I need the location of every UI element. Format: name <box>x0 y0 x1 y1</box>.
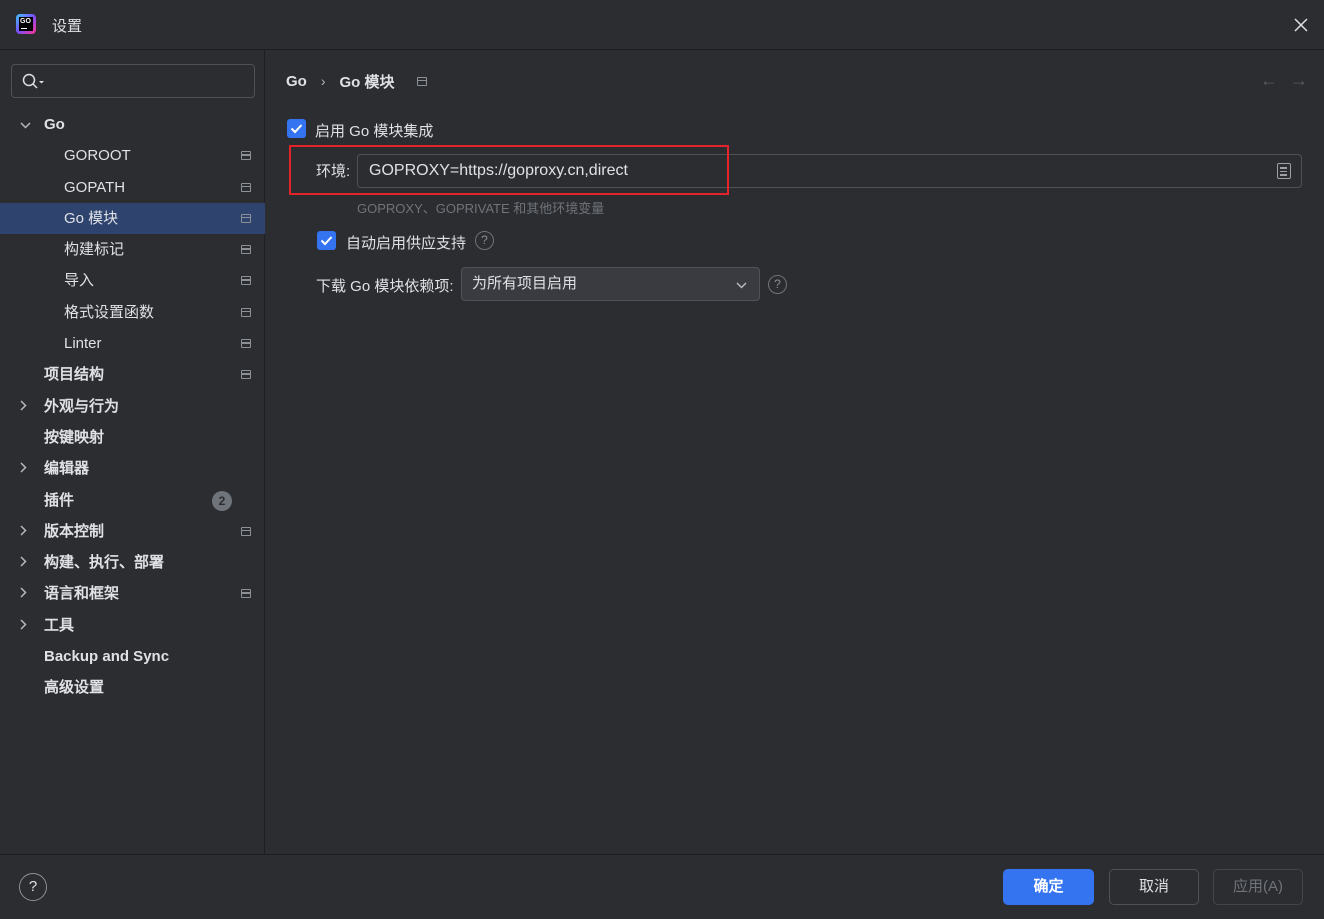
cancel-button[interactable]: 取消 <box>1109 869 1199 905</box>
sidebar-item[interactable]: 高级设置 <box>0 672 265 703</box>
vendoring-checkbox[interactable] <box>317 231 336 250</box>
sidebar-item[interactable]: 构建标记 <box>0 234 265 265</box>
logo-text: GO <box>19 17 33 31</box>
sidebar-item-label: 语言和框架 <box>44 585 120 603</box>
download-deps-select[interactable]: 为所有项目启用 <box>461 267 760 301</box>
sidebar-item-label: 格式设置函数 <box>64 303 155 321</box>
close-button[interactable] <box>1288 12 1314 38</box>
project-level-icon <box>241 370 251 380</box>
chevron-right-icon[interactable] <box>20 516 34 547</box>
enable-go-modules-label: 启用 Go 模块集成 <box>315 123 434 140</box>
sidebar-item[interactable]: 版本控制 <box>0 516 265 547</box>
environment-label: 环境: <box>316 163 351 180</box>
sidebar-item-label: 导入 <box>64 272 95 290</box>
breadcrumb: Go › Go 模块 <box>286 71 427 91</box>
project-level-icon <box>241 339 251 349</box>
chevron-down-icon <box>736 268 747 300</box>
sidebar-item-label: 项目结构 <box>44 366 105 384</box>
sidebar-item-label: 版本控制 <box>44 522 105 540</box>
chevron-down-icon[interactable] <box>20 109 34 140</box>
apply-button[interactable]: 应用(A) <box>1213 869 1303 905</box>
sidebar-item[interactable]: 编辑器 <box>0 453 265 484</box>
search-input[interactable] <box>11 64 255 98</box>
sidebar-item-label: Go 模块 <box>64 209 119 227</box>
sidebar-item[interactable]: Go <box>0 109 265 140</box>
sidebar-item-label: GOPATH <box>64 178 126 196</box>
ok-button[interactable]: 确定 <box>1003 869 1094 905</box>
project-level-icon <box>241 151 251 161</box>
vendoring-help-icon[interactable]: ? <box>475 231 494 250</box>
sidebar-item-label: Go <box>44 116 65 133</box>
breadcrumb-item-go-modules: Go 模块 <box>339 73 395 91</box>
chevron-right-icon[interactable] <box>20 547 34 578</box>
sidebar-item-label: 构建、执行、部署 <box>44 554 165 572</box>
breadcrumb-item-go[interactable]: Go <box>286 73 307 90</box>
environment-field[interactable]: GOPROXY=https://goproxy.cn,direct <box>357 154 1302 188</box>
sidebar-item-label: 高级设置 <box>44 679 105 697</box>
checkmark-icon <box>290 124 303 134</box>
sidebar-item[interactable]: 工具 <box>0 610 265 641</box>
download-deps-value: 为所有项目启用 <box>472 275 578 292</box>
updates-badge: 2 <box>212 490 232 511</box>
forward-arrow-icon[interactable]: → <box>1290 70 1308 91</box>
sidebar-item-label: Linter <box>64 335 102 353</box>
sidebar-item-label: 外观与行为 <box>44 397 120 415</box>
chevron-right-icon[interactable] <box>20 610 34 641</box>
sidebar-item[interactable]: Go 模块 <box>0 202 265 235</box>
title-bar: GO 设置 <box>0 0 1324 50</box>
sidebar-item[interactable]: 导入 <box>0 265 265 296</box>
enable-go-modules-checkbox[interactable] <box>287 119 306 138</box>
sidebar-item[interactable]: Backup and Sync <box>0 641 265 672</box>
project-level-icon <box>241 245 251 255</box>
history-nav: ← → <box>1260 70 1308 91</box>
dialog-footer: ? 确定 取消 应用(A) <box>0 854 1324 919</box>
chevron-right-icon[interactable] <box>20 391 34 422</box>
help-button[interactable]: ? <box>19 873 47 901</box>
project-level-icon <box>241 182 251 192</box>
settings-sidebar: Go GOROOT GOPATH Go 模块构建标记导入格式设置函数 Linter 项目结… <box>0 50 265 854</box>
project-level-icon <box>241 526 251 536</box>
breadcrumb-separator-icon: › <box>320 73 326 89</box>
expand-editor-icon[interactable] <box>1277 163 1291 179</box>
window-title: 设置 <box>52 18 83 35</box>
sidebar-item-label: Backup and Sync <box>44 648 170 666</box>
sidebar-item-label: 工具 <box>44 616 75 634</box>
sidebar-item-label: GOROOT <box>64 147 131 165</box>
sidebar-item[interactable]: 外观与行为 <box>0 391 265 422</box>
chevron-right-icon[interactable] <box>20 578 34 609</box>
project-level-icon <box>241 213 251 223</box>
sidebar-item[interactable]: 插件 2 <box>0 485 265 516</box>
download-deps-help-icon[interactable]: ? <box>768 275 787 294</box>
project-level-icon <box>416 76 427 86</box>
sidebar-item-label: 编辑器 <box>44 460 90 478</box>
project-level-icon <box>241 307 251 317</box>
sidebar-item[interactable]: 语言和框架 <box>0 578 265 609</box>
settings-content: Go › Go 模块 ← → 启用 Go 模块集成 环境: GOPROXY=ht… <box>266 50 1324 854</box>
search-icon <box>22 73 44 89</box>
checkmark-icon <box>320 236 333 246</box>
sidebar-item[interactable]: 按键映射 <box>0 422 265 453</box>
goland-logo-icon: GO <box>16 14 36 34</box>
project-level-icon <box>241 276 251 286</box>
sidebar-item-label: 插件 <box>44 491 75 509</box>
environment-value: GOPROXY=https://goproxy.cn,direct <box>369 162 628 179</box>
sidebar-item[interactable]: 项目结构 <box>0 359 265 390</box>
back-arrow-icon[interactable]: ← <box>1260 70 1278 91</box>
sidebar-item[interactable]: Linter <box>0 328 265 359</box>
chevron-right-icon[interactable] <box>20 453 34 484</box>
vendoring-label: 自动启用供应支持 <box>346 235 467 252</box>
download-deps-label: 下载 Go 模块依赖项: <box>316 278 454 295</box>
sidebar-item-label: 构建标记 <box>64 241 125 259</box>
sidebar-item[interactable]: GOPATH <box>0 172 265 203</box>
environment-hint: GOPROXY、GOPRIVATE 和其他环境变量 <box>357 201 605 216</box>
sidebar-item[interactable]: 格式设置函数 <box>0 297 265 328</box>
project-level-icon <box>241 589 251 599</box>
close-icon <box>1294 18 1308 32</box>
settings-tree: Go GOROOT GOPATH Go 模块构建标记导入格式设置函数 Linter 项目结… <box>0 109 265 704</box>
sidebar-item-label: 按键映射 <box>44 428 105 446</box>
sidebar-item[interactable]: GOROOT <box>0 140 265 171</box>
sidebar-item[interactable]: 构建、执行、部署 <box>0 547 265 578</box>
